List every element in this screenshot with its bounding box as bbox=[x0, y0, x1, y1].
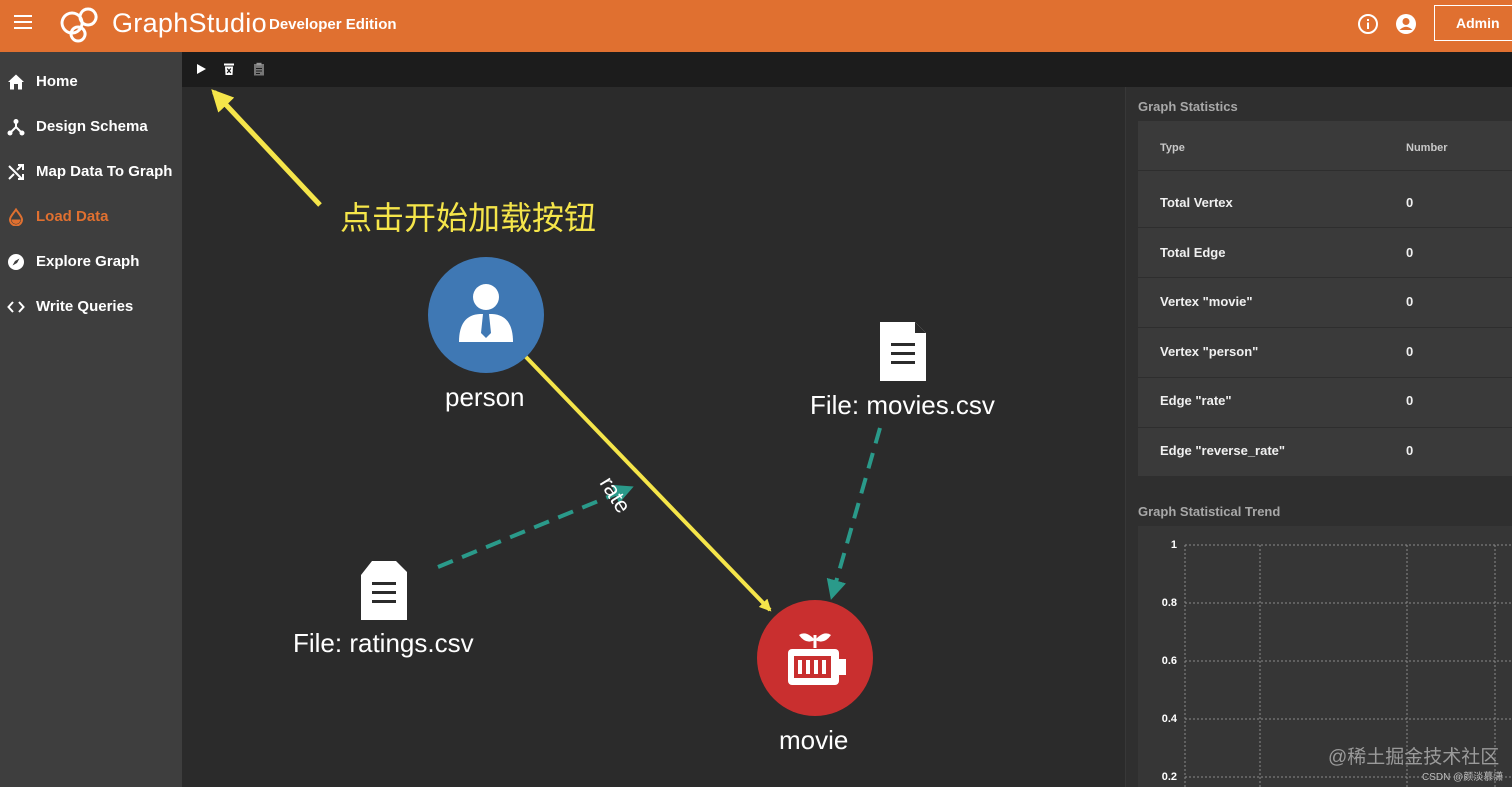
y-tick-label: 1 bbox=[1170, 539, 1177, 551]
watermark: @稀土掘金技术社区 bbox=[1328, 747, 1500, 768]
table-row: Total Vertex 0 bbox=[1138, 178, 1512, 228]
row-number: 0 bbox=[1406, 443, 1414, 458]
row-number: 0 bbox=[1406, 195, 1414, 210]
graph-statistics-table: Type Number Total Vertex 0 Total Edge 0 … bbox=[1138, 121, 1512, 476]
annotation-text: 点击开始加载按钮 bbox=[340, 200, 597, 236]
admin-button[interactable]: Admin bbox=[1434, 5, 1512, 41]
brand-name: GraphStudio bbox=[112, 8, 267, 38]
y-tick-label: 0.6 bbox=[1161, 655, 1177, 667]
sidebar-item-label: Write Queries bbox=[36, 298, 134, 315]
home-icon bbox=[8, 74, 24, 90]
table-row: Vertex "person" 0 bbox=[1138, 328, 1512, 378]
ratings-file-label: File: ratings.csv bbox=[293, 628, 474, 658]
row-number: 0 bbox=[1406, 245, 1414, 260]
sidebar-item-label: Explore Graph bbox=[36, 253, 140, 270]
table-row: Total Edge 0 bbox=[1138, 228, 1512, 278]
table-row: Vertex "movie" 0 bbox=[1138, 278, 1512, 328]
sidebar-item-write-queries[interactable]: Write Queries bbox=[0, 285, 182, 329]
graphstudio-logo bbox=[60, 7, 98, 43]
sidebar: Home Design Schema Map Data To Graph Loa… bbox=[0, 52, 182, 787]
sidebar-item-map-data-to-graph[interactable]: Map Data To Graph bbox=[0, 150, 182, 194]
person-node-label: person bbox=[445, 382, 525, 412]
table-row: Edge "rate" 0 bbox=[1138, 378, 1512, 428]
delete-icon[interactable] bbox=[222, 62, 236, 76]
info-icon[interactable] bbox=[1357, 13, 1379, 35]
row-number: 0 bbox=[1406, 294, 1414, 309]
sidebar-item-explore-graph[interactable]: Explore Graph bbox=[0, 240, 182, 284]
table-header-row: Type Number bbox=[1138, 121, 1512, 171]
movies-file-label: File: movies.csv bbox=[810, 390, 995, 420]
code-icon bbox=[7, 301, 25, 313]
edition-label: Developer Edition bbox=[269, 16, 397, 33]
top-app-bar: GraphStudio Developer Edition Admin bbox=[0, 0, 1512, 52]
movie-node-label: movie bbox=[779, 725, 849, 755]
y-tick-label: 0.4 bbox=[1161, 713, 1177, 725]
row-type: Vertex "person" bbox=[1160, 344, 1259, 359]
row-number: 0 bbox=[1406, 344, 1414, 359]
sidebar-item-label: Home bbox=[36, 73, 78, 90]
row-type: Edge "rate" bbox=[1160, 393, 1232, 408]
column-header-type: Type bbox=[1160, 142, 1185, 154]
compass-icon bbox=[8, 254, 24, 270]
sidebar-item-label: Load Data bbox=[36, 208, 109, 225]
graph-statistics-title: Graph Statistics bbox=[1138, 99, 1238, 114]
row-type: Vertex "movie" bbox=[1160, 294, 1253, 309]
account-icon[interactable] bbox=[1395, 13, 1417, 35]
table-row: Edge "reverse_rate" 0 bbox=[1138, 427, 1512, 477]
play-icon[interactable] bbox=[194, 62, 208, 76]
clipboard-icon[interactable] bbox=[252, 62, 266, 76]
row-number: 0 bbox=[1406, 393, 1414, 408]
y-tick-label: 0.2 bbox=[1161, 771, 1177, 783]
drop-icon bbox=[8, 208, 24, 226]
graph-canvas[interactable] bbox=[182, 87, 1125, 787]
shuffle-icon bbox=[8, 164, 24, 180]
trend-title: Graph Statistical Trend bbox=[1138, 504, 1281, 519]
sidebar-item-design-schema[interactable]: Design Schema bbox=[0, 105, 182, 149]
menu-icon[interactable] bbox=[14, 15, 32, 31]
canvas-toolbar bbox=[182, 52, 1512, 87]
watermark-sub: CSDN @颜淡慕潇 bbox=[1422, 772, 1504, 783]
y-tick-label: 0.8 bbox=[1161, 597, 1177, 609]
row-type: Total Edge bbox=[1160, 245, 1226, 260]
row-type: Edge "reverse_rate" bbox=[1160, 443, 1286, 458]
row-type: Total Vertex bbox=[1160, 195, 1233, 210]
sidebar-item-home[interactable]: Home bbox=[0, 60, 182, 104]
sidebar-item-load-data[interactable]: Load Data bbox=[0, 195, 182, 239]
column-header-number: Number bbox=[1406, 142, 1448, 154]
sidebar-item-label: Map Data To Graph bbox=[36, 163, 173, 180]
sidebar-item-label: Design Schema bbox=[36, 118, 148, 135]
schema-icon bbox=[7, 119, 25, 136]
